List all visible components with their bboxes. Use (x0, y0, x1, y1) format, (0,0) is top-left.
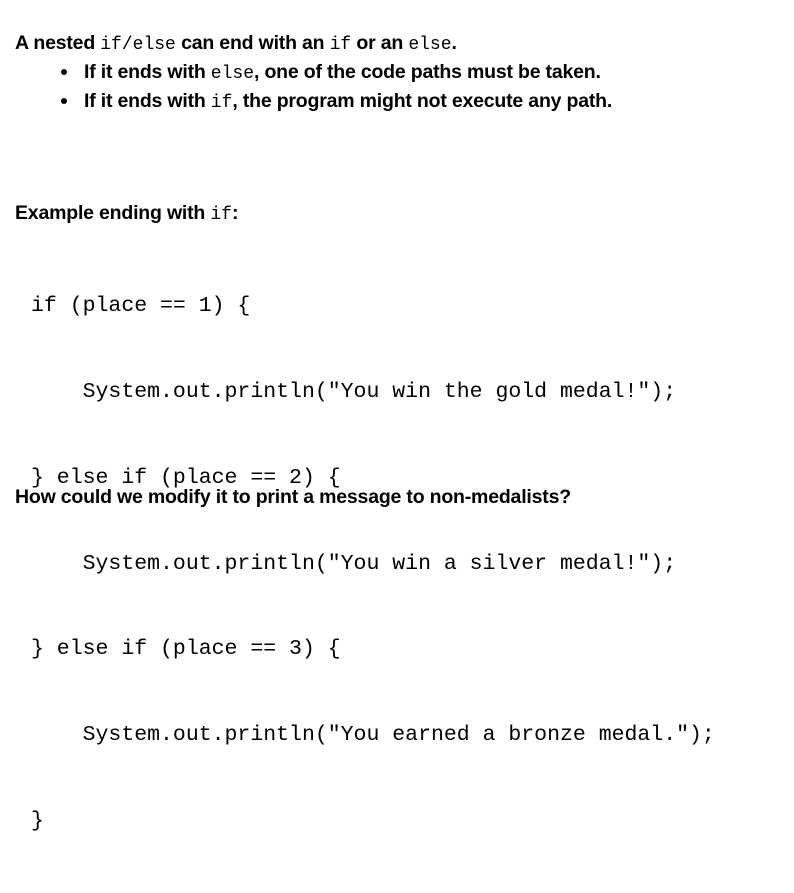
intro-lead-text-1: A nested (15, 32, 101, 54)
list-item: If it ends with else, one of the code pa… (15, 60, 794, 87)
bullet-1-text-2: , the program might not execute any path… (232, 90, 613, 112)
code-line: System.out.println("You win the gold med… (31, 379, 677, 404)
bullet-0-code-1: else (210, 64, 255, 84)
intro-lead-code-3: else (408, 35, 452, 55)
intro-bullet-list: If it ends with else, one of the code pa… (15, 60, 794, 116)
intro-lead-code-2: if (329, 35, 352, 55)
intro-lead-text-4: . (451, 32, 457, 54)
code-line: if (place == 1) { (31, 294, 251, 319)
slide-canvas: A nested if/else can end with an if or a… (0, 0, 794, 833)
code-line: } else if (place == 3) { (31, 637, 341, 662)
example-caption: Example ending with if: (15, 201, 238, 228)
closing-question: How could we modify it to print a messag… (15, 485, 571, 508)
bullet-dot-icon (61, 69, 67, 75)
intro-lead-code-1: if/else (100, 35, 176, 55)
bullet-dot-icon (61, 98, 67, 104)
list-item: If it ends with if, the program might no… (15, 89, 794, 116)
intro-lead-text-3: or an (351, 32, 409, 54)
bullet-0-text-1: If it ends with (84, 61, 211, 83)
bullet-text-0: If it ends with else, one of the code pa… (84, 60, 794, 87)
code-block: if (place == 1) { System.out.println("Yo… (31, 235, 715, 893)
intro-lead-line: A nested if/else can end with an if or a… (15, 31, 794, 58)
bullet-1-text-1: If it ends with (84, 90, 211, 112)
code-line: } (31, 808, 44, 833)
bullet-1-code-1: if (210, 93, 233, 113)
intro-lead-text-2: can end with an (175, 32, 330, 54)
code-line: System.out.println("You win a silver med… (31, 551, 677, 576)
example-caption-text-1: Example ending with (15, 201, 211, 224)
bullet-0-text-2: , one of the code paths must be taken. (254, 61, 601, 83)
code-line: System.out.println("You earned a bronze … (31, 723, 715, 748)
intro-block: A nested if/else can end with an if or a… (15, 31, 794, 116)
bullet-text-1: If it ends with if, the program might no… (84, 89, 794, 116)
example-caption-text-2: : (231, 201, 239, 224)
example-caption-code-1: if (210, 204, 232, 225)
